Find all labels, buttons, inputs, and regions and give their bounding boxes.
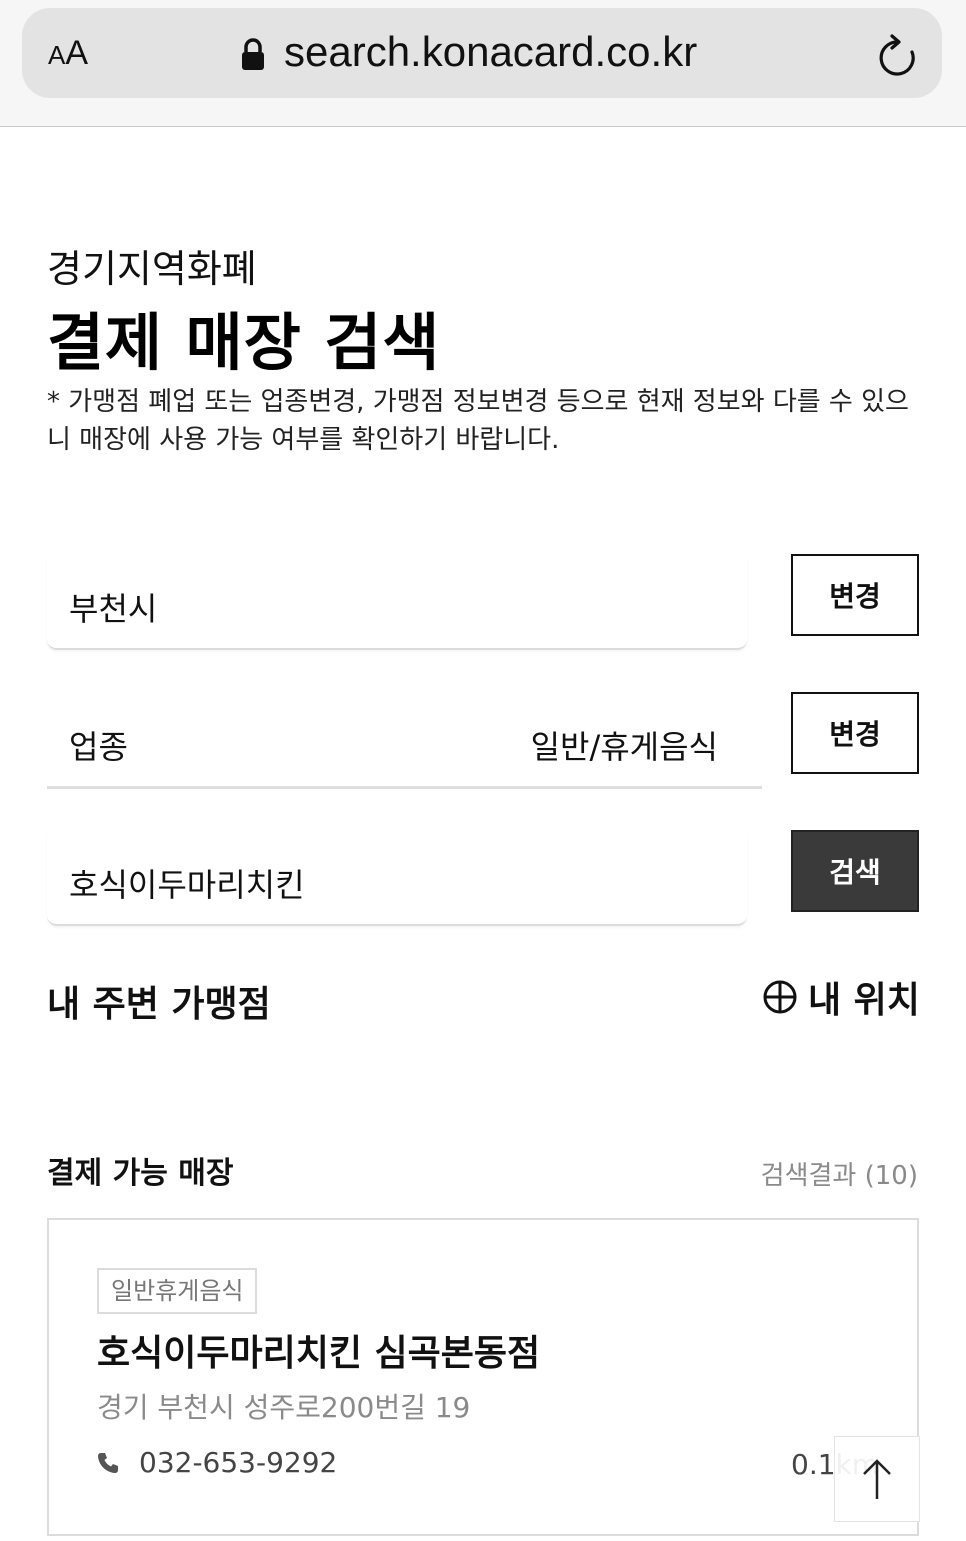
store-card[interactable]: 일반휴게음식 호식이두마리치킨 심곡본동점 경기 부천시 성주로200번길 19… (47, 1218, 919, 1536)
crosshair-icon (763, 980, 797, 1014)
reload-icon[interactable] (878, 34, 918, 78)
notice-text: * 가맹점 폐업 또는 업종변경, 가맹점 정보변경 등으로 현재 정보와 다를… (47, 387, 909, 455)
category-tag: 일반휴게음식 (97, 1268, 258, 1314)
lock-icon (242, 38, 264, 70)
store-address: 경기 부천시 성주로200번길 19 (97, 1391, 471, 1424)
address-bar[interactable]: AA search.konacard.co.kr (22, 8, 942, 98)
my-location-label: 내 위치 (808, 980, 920, 1021)
search-button[interactable]: 검색 (791, 830, 919, 912)
page-subtitle: 경기지역화폐 (47, 247, 257, 291)
region-value: 부천시 (69, 590, 158, 628)
search-input-value: 호식이두마리치킨 (69, 866, 305, 904)
browser-toolbar: AA search.konacard.co.kr (0, 0, 966, 127)
search-input[interactable]: 호식이두마리치킨 (47, 832, 747, 926)
change-category-button[interactable]: 변경 (791, 692, 919, 774)
my-location-button[interactable]: 내 위치 (762, 975, 920, 1021)
category-field[interactable]: 업종 일반/휴게음식 (47, 694, 762, 789)
store-name[interactable]: 호식이두마리치킨 심곡본동점 (97, 1324, 540, 1376)
phone-icon (98, 1452, 118, 1473)
url-text[interactable]: search.konacard.co.kr (284, 28, 697, 76)
page-title: 결제 매장 검색 (47, 306, 441, 379)
phone-number: 032-653-9292 (139, 1446, 338, 1479)
category-label: 업종 (69, 728, 128, 766)
store-phone[interactable]: 032-653-9292 (97, 1446, 337, 1479)
category-value: 일반/휴게음식 (530, 728, 718, 766)
scroll-to-top-button[interactable] (834, 1436, 920, 1522)
arrow-up-icon (863, 1459, 891, 1499)
results-title: 결제 가능 매장 (47, 1156, 234, 1191)
region-field[interactable]: 부천시 (47, 556, 747, 650)
text-size-button[interactable]: AA (48, 34, 88, 73)
nearby-stores-title: 내 주변 가맹점 (47, 984, 271, 1025)
results-count: 검색결과 (10) (760, 1161, 918, 1191)
change-region-button[interactable]: 변경 (791, 554, 919, 636)
